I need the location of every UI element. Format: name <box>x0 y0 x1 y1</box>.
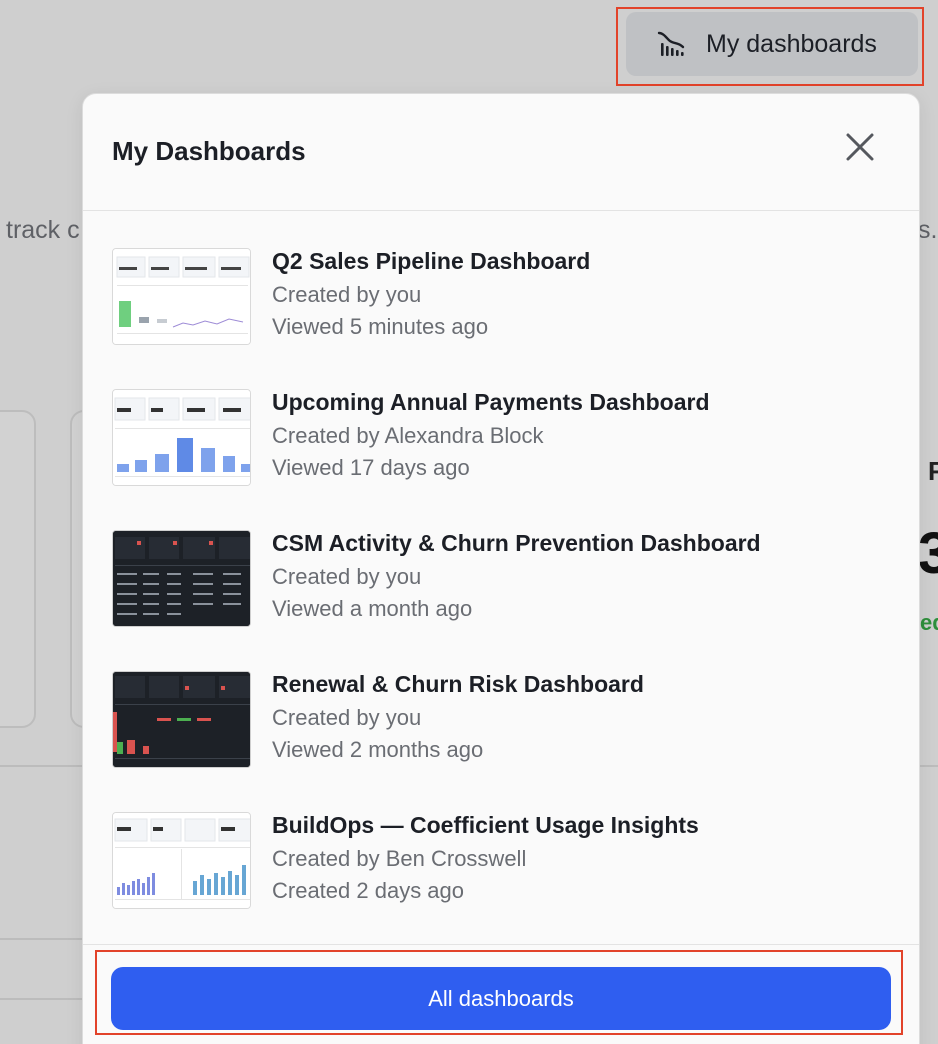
background-fragment: R <box>928 456 938 486</box>
all-dashboards-button[interactable]: All dashboards <box>111 967 891 1030</box>
dashboard-item[interactable]: Upcoming Annual Payments Dashboard Creat… <box>83 389 919 530</box>
background-divider <box>0 998 82 1000</box>
my-dashboards-panel: My Dashboards Q2 Sales Pipeline Dashboar… <box>82 93 920 1044</box>
background-fragment: 3 <box>918 521 938 586</box>
my-dashboards-label: My dashboards <box>706 29 877 58</box>
dashboard-thumbnail <box>112 530 251 627</box>
dashboard-owner: Created by Ben Crosswell <box>272 846 527 871</box>
dashboard-item[interactable]: CSM Activity & Churn Prevention Dashboar… <box>83 530 919 671</box>
dashboard-owner: Created by you <box>272 282 422 307</box>
close-icon[interactable] <box>843 130 877 164</box>
background-divider <box>0 938 82 940</box>
dashboard-activity: Viewed a month ago <box>272 596 473 621</box>
dashboard-owner: Created by you <box>272 564 422 589</box>
dashboard-title: BuildOps — Coefficient Usage Insights <box>272 812 699 838</box>
dashboard-thumbnail <box>112 248 251 345</box>
dashboard-owner: Created by you <box>272 705 422 730</box>
background-fragment: ed <box>920 610 938 635</box>
dashboard-title: Renewal & Churn Risk Dashboard <box>272 671 644 697</box>
dashboard-item[interactable]: Renewal & Churn Risk Dashboard Created b… <box>83 671 919 812</box>
dashboard-activity: Viewed 17 days ago <box>272 455 470 480</box>
panel-header: My Dashboards <box>83 94 919 211</box>
dashboard-activity: Viewed 2 months ago <box>272 737 484 762</box>
background-text-right: s. <box>918 216 938 244</box>
dashboard-title: CSM Activity & Churn Prevention Dashboar… <box>272 530 761 556</box>
dashboard-item[interactable]: Q2 Sales Pipeline Dashboard Created by y… <box>83 248 919 389</box>
dashboard-thumbnail <box>112 389 251 486</box>
dashboard-title: Q2 Sales Pipeline Dashboard <box>272 248 591 274</box>
background-divider <box>0 765 82 767</box>
background-text-left: track c <box>6 216 80 244</box>
background-card <box>0 410 36 728</box>
my-dashboards-button[interactable]: My dashboards <box>626 12 918 76</box>
dashboard-activity: Created 2 days ago <box>272 878 465 903</box>
dashboard-chart-icon <box>657 31 685 56</box>
dashboard-title: Upcoming Annual Payments Dashboard <box>272 389 710 415</box>
background-divider <box>920 765 938 767</box>
dashboard-item[interactable]: BuildOps — Coefficient Usage Insights Cr… <box>83 812 919 953</box>
panel-title: My Dashboards <box>112 136 306 166</box>
dashboard-owner: Created by Alexandra Block <box>272 423 544 448</box>
dashboard-thumbnail <box>112 812 251 909</box>
dashboard-activity: Viewed 5 minutes ago <box>272 314 489 339</box>
dashboard-thumbnail <box>112 671 251 768</box>
footer-divider <box>83 944 919 945</box>
all-dashboards-label: All dashboards <box>428 985 574 1011</box>
